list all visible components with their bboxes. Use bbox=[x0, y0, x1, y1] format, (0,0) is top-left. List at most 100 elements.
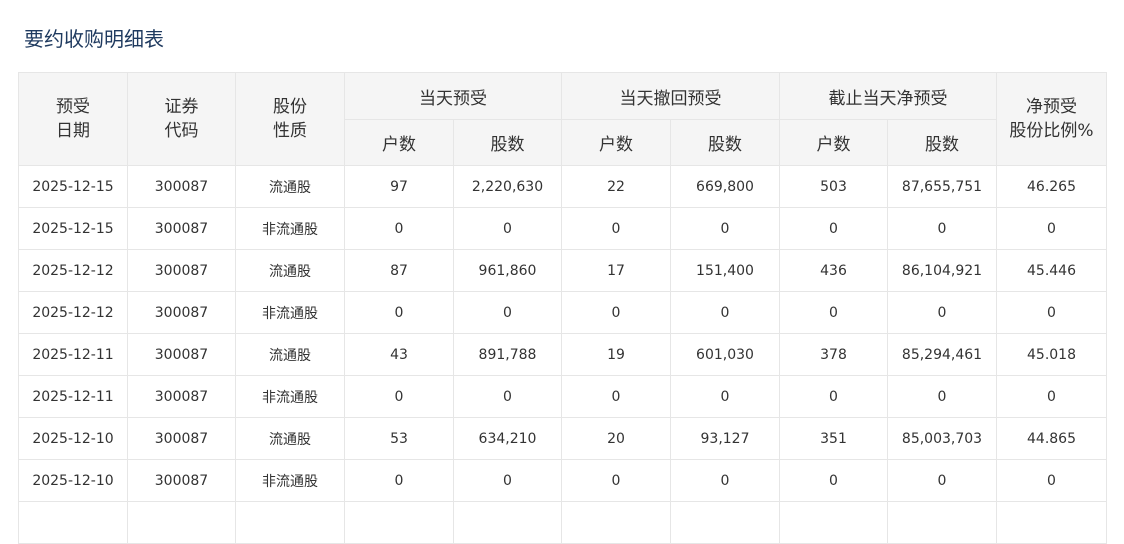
header-code-line1: 证券 bbox=[164, 97, 199, 117]
header-withdraw-households: 户数 bbox=[561, 119, 671, 166]
page-title: 要约收购明细表 bbox=[24, 27, 164, 51]
header-nature: 股份 性质 bbox=[235, 72, 345, 166]
cell-withdraw-households: 20 bbox=[561, 417, 671, 460]
table-row: 2025-12-12 300087 流通股 87 961,860 17 151,400 436… bbox=[18, 249, 1107, 292]
cell-withdraw-households: 22 bbox=[561, 165, 671, 208]
cell-withdraw-households: 0 bbox=[561, 207, 671, 250]
table-row: 2025-12-10 300087 流通股 53 634,210 20 93,127 351 8… bbox=[18, 417, 1107, 460]
cell-code: 300087 bbox=[127, 165, 236, 208]
cell-today-households: 0 bbox=[344, 207, 454, 250]
cell-withdraw-shares bbox=[670, 501, 780, 544]
cell-ratio: 44.865 bbox=[996, 417, 1107, 460]
header-ratio-line2: 股份比例% bbox=[1009, 121, 1094, 141]
cell-nature: 非流通股 bbox=[235, 291, 345, 334]
cell-withdraw-households: 0 bbox=[561, 375, 671, 418]
header-ratio-line1: 净预受 bbox=[1026, 97, 1077, 117]
cell-net-shares: 86,104,921 bbox=[887, 249, 997, 292]
cell-withdraw-households bbox=[561, 501, 671, 544]
cell-net-shares: 85,003,703 bbox=[887, 417, 997, 460]
cell-nature: 流通股 bbox=[235, 417, 345, 460]
cell-today-households: 43 bbox=[344, 333, 454, 376]
cell-nature bbox=[235, 501, 345, 544]
cell-withdraw-shares: 151,400 bbox=[670, 249, 780, 292]
cell-today-shares: 891,788 bbox=[453, 333, 562, 376]
cell-code: 300087 bbox=[127, 459, 236, 502]
cell-code: 300087 bbox=[127, 417, 236, 460]
cell-withdraw-shares: 601,030 bbox=[670, 333, 780, 376]
cell-net-households: 351 bbox=[779, 417, 888, 460]
cell-today-shares: 0 bbox=[453, 459, 562, 502]
header-date: 预受 日期 bbox=[18, 72, 128, 166]
cell-code: 300087 bbox=[127, 291, 236, 334]
cell-date: 2025-12-10 bbox=[18, 417, 128, 460]
cell-date: 2025-12-12 bbox=[18, 291, 128, 334]
cell-withdraw-households: 0 bbox=[561, 291, 671, 334]
cell-date: 2025-12-11 bbox=[18, 333, 128, 376]
header-nature-line1: 股份 bbox=[273, 97, 307, 117]
cell-today-households: 0 bbox=[344, 375, 454, 418]
cell-date: 2025-12-15 bbox=[18, 207, 128, 250]
cell-withdraw-shares: 93,127 bbox=[670, 417, 780, 460]
cell-ratio: 45.018 bbox=[996, 333, 1107, 376]
cell-code: 300087 bbox=[127, 333, 236, 376]
cell-net-shares: 85,294,461 bbox=[887, 333, 997, 376]
header-group-withdraw: 当天撤回预受 bbox=[561, 72, 780, 120]
header-group-today: 当天预受 bbox=[344, 72, 562, 120]
cell-ratio: 46.265 bbox=[996, 165, 1107, 208]
cell-today-shares bbox=[453, 501, 562, 544]
cell-withdraw-shares: 0 bbox=[670, 291, 780, 334]
cell-net-households: 0 bbox=[779, 375, 888, 418]
cell-today-shares: 0 bbox=[453, 291, 562, 334]
cell-today-shares: 0 bbox=[453, 207, 562, 250]
cell-today-shares: 0 bbox=[453, 375, 562, 418]
cell-withdraw-shares: 0 bbox=[670, 459, 780, 502]
cell-nature: 非流通股 bbox=[235, 375, 345, 418]
table-row: 2025-12-15 300087 流通股 97 2,220,630 22 669,800 5… bbox=[18, 165, 1107, 208]
cell-nature: 流通股 bbox=[235, 249, 345, 292]
cell-ratio: 0 bbox=[996, 207, 1107, 250]
cell-net-shares bbox=[887, 501, 997, 544]
cell-today-households: 0 bbox=[344, 459, 454, 502]
cell-withdraw-shares: 0 bbox=[670, 375, 780, 418]
table-body: 2025-12-15 300087 流通股 97 2,220,630 22 669,800 5… bbox=[18, 165, 1107, 544]
header-today-households: 户数 bbox=[344, 119, 454, 166]
cell-net-households: 436 bbox=[779, 249, 888, 292]
cell-ratio: 45.446 bbox=[996, 249, 1107, 292]
cell-nature: 非流通股 bbox=[235, 207, 345, 250]
table-header: 预受 日期 证券 代码 股份 性质 当天预受 当天撤回预受 截止当天净预受 净预… bbox=[18, 72, 1107, 166]
header-net-shares: 股数 bbox=[887, 119, 997, 166]
table-row: 2025-12-12 300087 非流通股 0 0 0 0 0 0 0 bbox=[18, 291, 1107, 334]
cell-net-shares: 0 bbox=[887, 459, 997, 502]
cell-net-households bbox=[779, 501, 888, 544]
cell-net-households: 378 bbox=[779, 333, 888, 376]
cell-ratio bbox=[996, 501, 1107, 544]
table-row: 2025-12-15 300087 非流通股 0 0 0 0 0 0 0 bbox=[18, 207, 1107, 250]
tender-offer-table-container: 预受 日期 证券 代码 股份 性质 当天预受 当天撤回预受 截止当天净预受 净预… bbox=[18, 72, 1107, 544]
header-code: 证券 代码 bbox=[127, 72, 236, 166]
cell-nature: 非流通股 bbox=[235, 459, 345, 502]
cell-today-shares: 634,210 bbox=[453, 417, 562, 460]
cell-withdraw-households: 17 bbox=[561, 249, 671, 292]
cell-code bbox=[127, 501, 236, 544]
cell-nature: 流通股 bbox=[235, 165, 345, 208]
cell-today-shares: 2,220,630 bbox=[453, 165, 562, 208]
header-nature-line2: 性质 bbox=[273, 121, 307, 141]
cell-date: 2025-12-12 bbox=[18, 249, 128, 292]
cell-ratio: 0 bbox=[996, 375, 1107, 418]
header-date-line2: 日期 bbox=[56, 121, 90, 141]
cell-nature: 流通股 bbox=[235, 333, 345, 376]
cell-code: 300087 bbox=[127, 207, 236, 250]
cell-withdraw-households: 19 bbox=[561, 333, 671, 376]
table-row bbox=[18, 501, 1107, 544]
cell-code: 300087 bbox=[127, 249, 236, 292]
cell-net-shares: 0 bbox=[887, 291, 997, 334]
cell-today-shares: 961,860 bbox=[453, 249, 562, 292]
cell-withdraw-shares: 0 bbox=[670, 207, 780, 250]
cell-today-households: 97 bbox=[344, 165, 454, 208]
cell-net-households: 0 bbox=[779, 291, 888, 334]
cell-withdraw-shares: 669,800 bbox=[670, 165, 780, 208]
cell-date bbox=[18, 501, 128, 544]
cell-today-households: 87 bbox=[344, 249, 454, 292]
cell-today-households: 53 bbox=[344, 417, 454, 460]
cell-today-households bbox=[344, 501, 454, 544]
